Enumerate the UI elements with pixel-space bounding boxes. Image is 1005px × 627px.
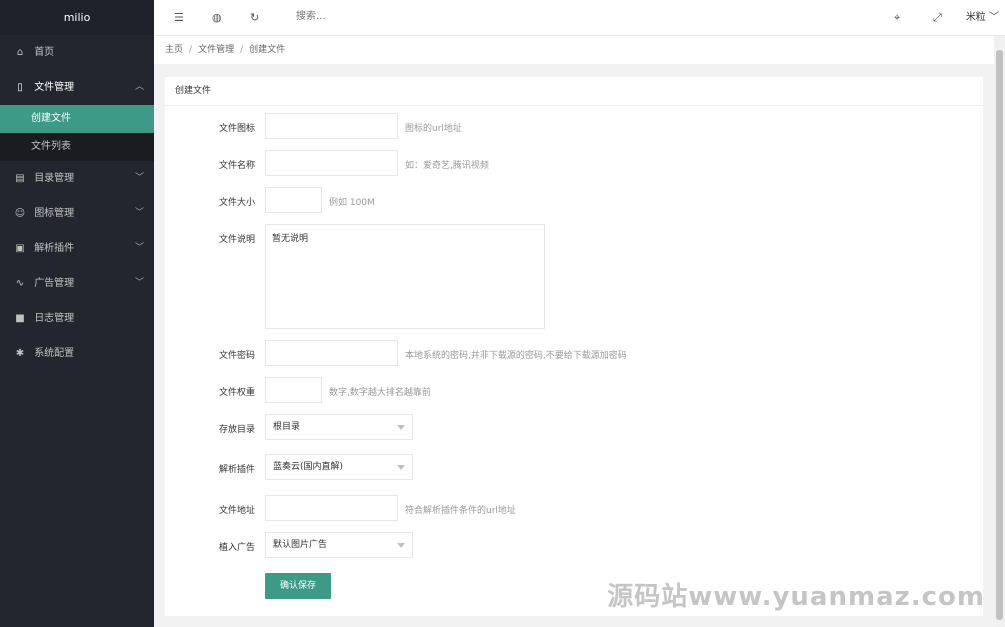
field-hint: 图标的url地址	[405, 124, 462, 134]
sidebar-item-plugin[interactable]: ▣ 解析插件 ﹀	[0, 231, 154, 266]
file-password-input[interactable]	[265, 340, 398, 366]
sidebar-item-file-manage[interactable]: ▯ 文件管理 ︿	[0, 70, 154, 105]
chevron-down-icon: ﹀	[134, 278, 144, 288]
file-size-input[interactable]	[265, 187, 322, 213]
folder-icon: ▤	[15, 173, 25, 184]
fullscreen-icon[interactable]: ⤢	[933, 0, 942, 35]
breadcrumb-separator: /	[240, 45, 244, 55]
sidebar-item-label: 解析插件	[34, 243, 75, 254]
gear-icon: ✱	[15, 348, 25, 359]
tag-icon[interactable]: ⌖	[894, 0, 900, 35]
search-input[interactable]	[294, 10, 398, 23]
file-name-input[interactable]	[265, 150, 398, 176]
breadcrumb-file-manage[interactable]: 文件管理	[198, 45, 234, 55]
field-label: 植入广告	[218, 543, 255, 553]
file-weight-input[interactable]	[265, 377, 322, 403]
breadcrumb-separator: /	[189, 45, 193, 55]
file-icon: ▯	[17, 82, 23, 93]
sidebar-item-label: 图标管理	[34, 208, 75, 219]
sidebar-item-label: 首页	[34, 47, 55, 58]
caret-down-icon	[397, 465, 405, 470]
sidebar-item-label: 广告管理	[34, 278, 75, 289]
save-button[interactable]: 确认保存	[265, 573, 331, 599]
field-hint: 例如 100M	[329, 198, 375, 208]
file-url-input[interactable]	[265, 495, 398, 521]
plugin-icon: ▣	[15, 243, 25, 254]
menu-toggle-icon[interactable]: ☰	[174, 0, 184, 35]
sidebar-item-dir-manage[interactable]: ▤ 目录管理 ﹀	[0, 161, 154, 196]
field-hint: 本地系统的密码,并非下载源的密码,不要给下载源加密码	[405, 351, 627, 361]
chevron-down-icon: ﹀	[134, 173, 144, 183]
directory-select[interactable]: 根目录	[265, 414, 413, 440]
file-description-textarea[interactable]: 暂无说明	[265, 224, 545, 329]
chevron-down-icon: ﹀	[989, 12, 999, 23]
field-label: 文件图标	[218, 124, 255, 134]
field-label: 文件大小	[218, 198, 255, 208]
field-label: 文件说明	[218, 235, 255, 245]
sidebar-subitem-file-list[interactable]: 文件列表	[0, 133, 154, 161]
user-menu[interactable]: 米粒 ﹀	[966, 0, 999, 35]
sidebar-item-icon-manage[interactable]: ☺ 图标管理 ﹀	[0, 196, 154, 231]
field-label: 文件地址	[218, 506, 255, 516]
refresh-icon[interactable]: ↻	[250, 0, 259, 35]
sidebar-item-system-config[interactable]: ✱ 系统配置	[0, 336, 154, 371]
smile-icon: ☺	[14, 208, 26, 219]
sidebar-item-label: 文件管理	[34, 82, 75, 93]
field-label: 解析插件	[218, 465, 255, 475]
sidebar-item-log-manage[interactable]: ■ 日志管理	[0, 301, 154, 336]
breadcrumb-home[interactable]: 主页	[165, 45, 183, 55]
sidebar: milio ⌂ 首页 ▯ 文件管理 ︿ 创建文件 文件列表 ▤ 目录管理 ﹀ ☺…	[0, 0, 154, 627]
sidebar-item-label: 目录管理	[34, 173, 75, 184]
create-file-card: 创建文件 文件图标 图标的url地址 文件名称 如：爱奇艺,腾讯视频 文件大小 …	[165, 77, 983, 616]
home-icon: ⌂	[16, 47, 24, 58]
pulse-icon: ∿	[15, 278, 25, 289]
chevron-up-icon: ︿	[134, 82, 144, 92]
sidebar-item-label: 系统配置	[34, 348, 75, 359]
field-label: 存放目录	[218, 425, 255, 435]
ad-select[interactable]: 默认图片广告	[265, 532, 413, 558]
select-value: 默认图片广告	[273, 540, 328, 550]
select-value: 蓝奏云(国内直解)	[273, 462, 344, 472]
top-header: ☰ ◍ ↻ ⌖ ⤢ 米粒 ﹀	[154, 0, 1005, 36]
field-hint: 数字,数字越大排名越靠前	[329, 388, 431, 398]
chevron-down-icon: ﹀	[134, 208, 144, 218]
globe-icon[interactable]: ◍	[212, 0, 222, 35]
breadcrumb: 主页 / 文件管理 / 创建文件	[154, 36, 994, 64]
log-icon: ■	[15, 313, 25, 324]
field-label: 文件密码	[218, 351, 255, 361]
caret-down-icon	[397, 543, 405, 548]
watermark: 源码站www.yuanmaz.com	[607, 582, 985, 612]
field-label: 文件名称	[218, 161, 255, 171]
scrollbar-thumb[interactable]	[996, 50, 1003, 620]
user-name: 米粒	[965, 12, 986, 23]
card-title: 创建文件	[165, 77, 983, 106]
field-label: 文件权重	[218, 388, 255, 398]
icon-url-input[interactable]	[265, 113, 398, 139]
sidebar-item-home[interactable]: ⌂ 首页	[0, 35, 154, 70]
plugin-select[interactable]: 蓝奏云(国内直解)	[265, 454, 413, 480]
chevron-down-icon: ﹀	[134, 243, 144, 253]
sidebar-item-label: 日志管理	[34, 313, 75, 324]
sidebar-submenu: 创建文件 文件列表	[0, 105, 154, 161]
app-logo[interactable]: milio	[0, 0, 154, 35]
select-value: 根目录	[273, 422, 301, 432]
page-scrollbar[interactable]	[994, 36, 1005, 627]
field-hint: 如：爱奇艺,腾讯视频	[405, 161, 489, 171]
caret-down-icon	[397, 425, 405, 430]
sidebar-subitem-create-file[interactable]: 创建文件	[0, 105, 154, 133]
field-hint: 符合解析插件条件的url地址	[405, 506, 516, 516]
sidebar-item-ad-manage[interactable]: ∿ 广告管理 ﹀	[0, 266, 154, 301]
breadcrumb-current: 创建文件	[249, 45, 286, 55]
